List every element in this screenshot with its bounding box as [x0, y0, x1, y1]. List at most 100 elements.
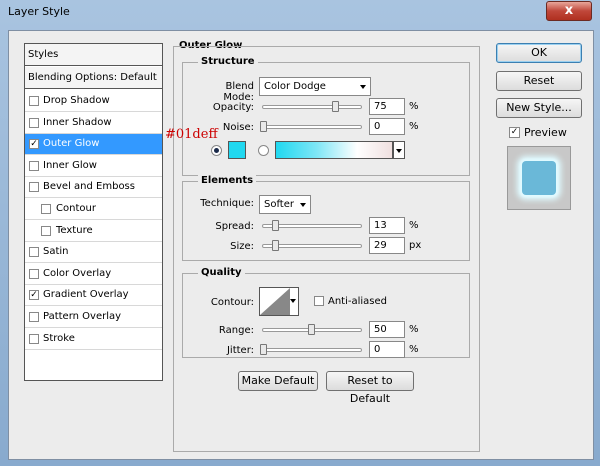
range-slider-thumb[interactable] [308, 324, 315, 335]
title-bar: Layer Style x [0, 0, 600, 24]
gradient-preview[interactable] [275, 141, 393, 159]
jitter-slider[interactable] [262, 348, 362, 352]
style-item[interactable]: Bevel and Emboss [25, 177, 162, 198]
jitter-unit: % [409, 344, 419, 355]
style-item-checkbox[interactable] [29, 118, 39, 128]
size-unit: px [409, 240, 422, 251]
style-item-label: Stroke [43, 333, 75, 344]
style-item-label: Contour [56, 203, 96, 214]
blend-mode-value: Color Dodge [264, 81, 326, 92]
new-style-button[interactable]: New Style... [496, 98, 582, 118]
range-unit: % [409, 324, 419, 335]
chevron-down-icon [360, 85, 366, 89]
style-item[interactable]: Inner Glow [25, 156, 162, 177]
style-item-label: Texture [56, 225, 93, 236]
opacity-input[interactable]: 75 [369, 98, 405, 115]
glow-color-swatch[interactable] [228, 141, 246, 159]
spread-input[interactable]: 13 [369, 217, 405, 234]
color-radio[interactable] [211, 145, 222, 156]
technique-value: Softer [264, 199, 294, 210]
style-item-checkbox[interactable]: ✓ [29, 290, 39, 300]
make-default-button[interactable]: Make Default [238, 371, 318, 391]
contour-picker[interactable] [259, 287, 299, 316]
style-item-label: Bevel and Emboss [43, 181, 135, 192]
technique-label: Technique: [200, 198, 254, 209]
style-preview [507, 146, 571, 210]
reset-to-default-button[interactable]: Reset to Default [326, 371, 414, 405]
blend-mode-select[interactable]: Color Dodge [259, 77, 371, 96]
chevron-down-icon [300, 203, 306, 207]
style-item-label: Gradient Overlay [43, 289, 129, 300]
quality-title: Quality [198, 267, 245, 278]
size-label: Size: [230, 241, 254, 252]
style-item[interactable]: ✓ Outer Glow [25, 134, 162, 155]
preview-label: Preview [524, 126, 567, 139]
blending-options[interactable]: Blending Options: Default [25, 67, 162, 89]
gradient-picker[interactable] [393, 141, 405, 159]
range-input[interactable]: 50 [369, 321, 405, 338]
noise-input[interactable]: 0 [369, 118, 405, 135]
radio-dot-icon [214, 148, 219, 153]
close-button[interactable]: x [546, 1, 592, 21]
opacity-slider[interactable] [262, 105, 362, 109]
style-item[interactable]: Satin [25, 242, 162, 263]
style-item-label: Inner Glow [43, 160, 97, 171]
style-item-checkbox[interactable]: ✓ [29, 139, 39, 149]
style-item-checkbox[interactable] [41, 204, 51, 214]
style-item-label: Drop Shadow [43, 95, 110, 106]
style-item[interactable]: Contour [25, 199, 162, 220]
preview-checkbox[interactable]: ✓ [509, 127, 520, 138]
contour-label: Contour: [210, 297, 254, 308]
style-item-checkbox[interactable] [29, 96, 39, 106]
style-item-checkbox[interactable] [29, 161, 39, 171]
opacity-unit: % [409, 101, 419, 112]
blend-mode-label: Blend Mode: [223, 81, 254, 103]
opacity-label: Opacity: [212, 102, 254, 113]
style-item-checkbox[interactable] [29, 334, 39, 344]
jitter-slider-thumb[interactable] [260, 344, 267, 355]
ok-button[interactable]: OK [496, 43, 582, 63]
style-item-label: Inner Shadow [43, 117, 112, 128]
anti-aliased-label: Anti-aliased [328, 296, 388, 307]
window-title: Layer Style [8, 5, 70, 18]
noise-slider-thumb[interactable] [260, 121, 267, 132]
range-label: Range: [218, 325, 254, 336]
anti-aliased-checkbox[interactable] [314, 296, 324, 306]
jitter-input[interactable]: 0 [369, 341, 405, 358]
structure-title: Structure [198, 56, 258, 67]
style-item-checkbox[interactable] [41, 226, 51, 236]
noise-unit: % [409, 121, 419, 132]
close-icon: x [564, 3, 574, 18]
reset-button[interactable]: Reset [496, 71, 582, 91]
layer-style-dialog: Layer Style x Styles Blending Options: D… [0, 0, 600, 466]
style-item[interactable]: Color Overlay [25, 264, 162, 285]
spread-unit: % [409, 220, 419, 231]
chevron-down-icon [396, 149, 402, 153]
opacity-slider-thumb[interactable] [332, 101, 339, 112]
gradient-radio[interactable] [258, 145, 269, 156]
spread-slider-thumb[interactable] [272, 220, 280, 231]
noise-slider[interactable] [262, 125, 362, 129]
style-item[interactable]: Stroke [25, 329, 162, 350]
style-item-label: Satin [43, 246, 69, 257]
style-item-label: Outer Glow [43, 138, 100, 149]
style-item-checkbox[interactable] [29, 182, 39, 192]
spread-label: Spread: [215, 221, 254, 232]
style-item[interactable]: Pattern Overlay [25, 307, 162, 328]
style-item[interactable]: ✓ Gradient Overlay [25, 285, 162, 306]
style-item-label: Color Overlay [43, 268, 112, 279]
technique-select[interactable]: Softer [259, 195, 311, 214]
color-annotation: #01deff [165, 127, 218, 142]
chevron-down-icon [290, 299, 296, 303]
style-item-checkbox[interactable] [29, 247, 39, 257]
style-item[interactable]: Texture [25, 221, 162, 242]
size-slider-thumb[interactable] [271, 240, 279, 251]
style-item-label: Pattern Overlay [43, 311, 122, 322]
styles-header[interactable]: Styles [25, 44, 162, 66]
style-item[interactable]: Drop Shadow [25, 91, 162, 112]
style-item-checkbox[interactable] [29, 269, 39, 279]
style-item-checkbox[interactable] [29, 312, 39, 322]
preview-swatch [522, 161, 556, 195]
size-input[interactable]: 29 [369, 237, 405, 254]
style-item[interactable]: Inner Shadow [25, 113, 162, 134]
